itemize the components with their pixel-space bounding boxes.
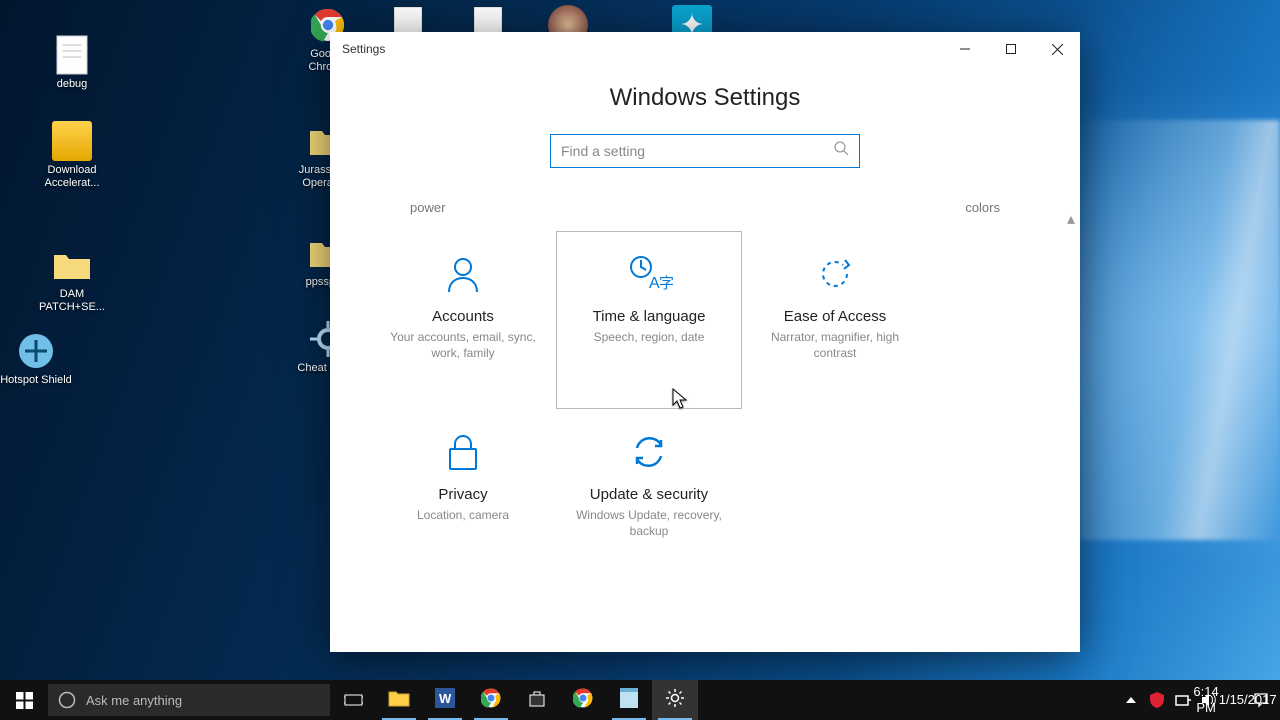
cursor-icon <box>672 388 688 415</box>
taskbar-chrome-2[interactable] <box>560 680 606 720</box>
maximize-button[interactable] <box>988 32 1034 66</box>
file-icon <box>51 34 93 76</box>
settings-window: Settings Windows Settings power colors <box>330 32 1080 652</box>
tile-accounts[interactable]: Accounts Your accounts, email, sync, wor… <box>370 231 556 409</box>
chrome-icon <box>573 688 593 713</box>
desktop[interactable]: debug Download Accelerat... DAM PATCH+SE… <box>0 0 1280 720</box>
settings-search-box[interactable] <box>550 134 860 168</box>
tray-network-icon[interactable] <box>1170 680 1196 720</box>
tile-update-security[interactable]: Update & security Windows Update, recove… <box>556 409 742 587</box>
tile-privacy[interactable]: Privacy Location, camera <box>370 409 556 587</box>
minimize-button[interactable] <box>942 32 988 66</box>
folder-icon <box>51 244 93 286</box>
time-language-icon: A 字 <box>567 250 731 298</box>
close-button[interactable] <box>1034 32 1080 66</box>
desktop-icon-download-accelerator[interactable]: Download Accelerat... <box>36 120 108 190</box>
store-icon <box>527 688 547 713</box>
ease-of-access-icon <box>753 250 917 298</box>
taskbar-settings[interactable] <box>652 680 698 720</box>
lock-icon <box>381 428 545 476</box>
window-title: Settings <box>342 42 385 56</box>
desktop-icon-debug[interactable]: debug <box>36 34 108 91</box>
app-icon <box>15 330 57 372</box>
taskbar-chrome[interactable] <box>468 680 514 720</box>
desktop-icon-hotspot-shield[interactable]: Hotspot Shield <box>0 330 72 387</box>
taskbar: Ask me anything W 6:14 PM 1/15/2017 <box>0 680 1280 720</box>
settings-grid: Accounts Your accounts, email, sync, wor… <box>330 231 1080 587</box>
accounts-icon <box>381 250 545 298</box>
hint-left: power <box>410 200 445 215</box>
taskbar-notepad[interactable] <box>606 680 652 720</box>
hint-right: colors <box>965 200 1000 215</box>
scrollbar[interactable]: ▴ <box>1064 212 1078 642</box>
chrome-icon <box>481 688 501 713</box>
app-icon <box>51 120 93 162</box>
start-button[interactable] <box>0 680 48 720</box>
update-icon <box>567 428 731 476</box>
cortana-search[interactable]: Ask me anything <box>48 684 330 716</box>
cortana-icon <box>58 691 76 709</box>
notepad-icon <box>620 688 638 713</box>
folder-icon <box>388 689 410 712</box>
search-icon <box>834 141 849 161</box>
scroll-up-icon[interactable]: ▴ <box>1064 212 1078 226</box>
taskbar-word[interactable]: W <box>422 680 468 720</box>
tray-chevron-up-icon[interactable] <box>1118 680 1144 720</box>
system-tray: 6:14 PM 1/15/2017 <box>1118 680 1280 720</box>
tile-ease-of-access[interactable]: Ease of Access Narrator, magnifier, high… <box>742 231 928 409</box>
settings-search-input[interactable] <box>561 143 834 159</box>
gear-icon <box>665 688 685 713</box>
svg-text:字: 字 <box>659 275 673 292</box>
taskbar-explorer[interactable] <box>376 680 422 720</box>
task-view-button[interactable] <box>330 680 376 720</box>
taskbar-clock[interactable]: 6:14 PM 1/15/2017 <box>1222 680 1248 720</box>
page-title: Windows Settings <box>330 84 1080 112</box>
desktop-icon-dam-patch[interactable]: DAM PATCH+SE... <box>36 244 108 314</box>
tray-shield-icon[interactable] <box>1144 680 1170 720</box>
titlebar[interactable]: Settings <box>330 32 1080 66</box>
taskbar-store[interactable] <box>514 680 560 720</box>
svg-text:W: W <box>439 691 452 706</box>
show-desktop-button[interactable] <box>1274 680 1280 720</box>
tile-time-language[interactable]: A 字 Time & language Speech, region, date <box>556 231 742 409</box>
word-icon: W <box>435 688 455 713</box>
action-center-icon[interactable] <box>1248 680 1274 720</box>
